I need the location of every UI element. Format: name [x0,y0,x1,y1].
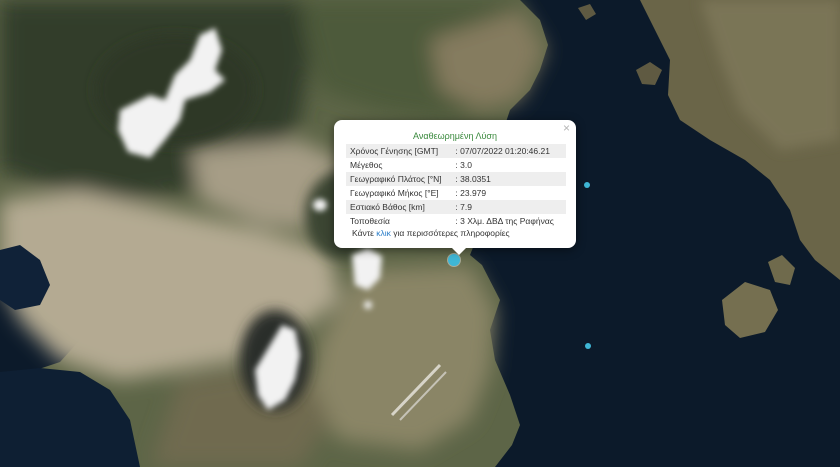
row-label: Χρόνος Γένησης [GMT] [346,144,454,158]
more-info-link[interactable]: κλικ [376,228,391,238]
row-label: Γεωγραφικό Πλάτος [°N] [346,172,454,186]
earthquake-marker-secondary [585,343,591,349]
earthquake-marker-secondary [584,182,590,188]
row-value: : 07/07/2022 01:20:46.21 [453,144,566,158]
row-value: : 3.0 [455,160,472,170]
popup-pointer [452,248,466,255]
row-label: Μέγεθος [350,160,383,170]
row-label: Τοποθεσία [350,216,390,226]
earthquake-info-popup: × Αναθεωρημένη Λύση Χρόνος Γένησης [GMT]… [334,120,576,255]
cloud-small2 [364,301,372,309]
popup-title: Αναθεωρημένη Λύση [413,131,497,141]
cloud-small [313,199,327,211]
table-row: Μέγεθος : 3.0 [346,158,566,172]
earthquake-details-table: Χρόνος Γένησης [GMT] : 07/07/2022 01:20:… [346,144,566,228]
row-value: : 23.979 [455,188,487,198]
popup-footer: Κάντε κλικ για περισσότερες πληροφορίες [352,228,510,238]
row-value: : 7.9 [453,200,566,214]
row-label: Γεωγραφικό Μήκος [°E] [350,188,439,198]
table-row: Εστιακό Βάθος [km] : 7.9 [346,200,566,214]
table-row: Γεωγραφικό Μήκος [°E] : 23.979 [346,186,566,200]
row-label: Εστιακό Βάθος [km] [346,200,454,214]
earthquake-marker-selected[interactable] [448,254,460,266]
table-row: Γεωγραφικό Πλάτος [°N] : 38.0351 [346,172,566,186]
row-value: : 3 Χλμ. ΔΒΔ της Ραφήνας [455,216,554,226]
table-row: Τοποθεσία : 3 Χλμ. ΔΒΔ της Ραφήνας [346,214,566,228]
table-row: Χρόνος Γένησης [GMT] : 07/07/2022 01:20:… [346,144,566,158]
row-value: : 38.0351 [453,172,566,186]
